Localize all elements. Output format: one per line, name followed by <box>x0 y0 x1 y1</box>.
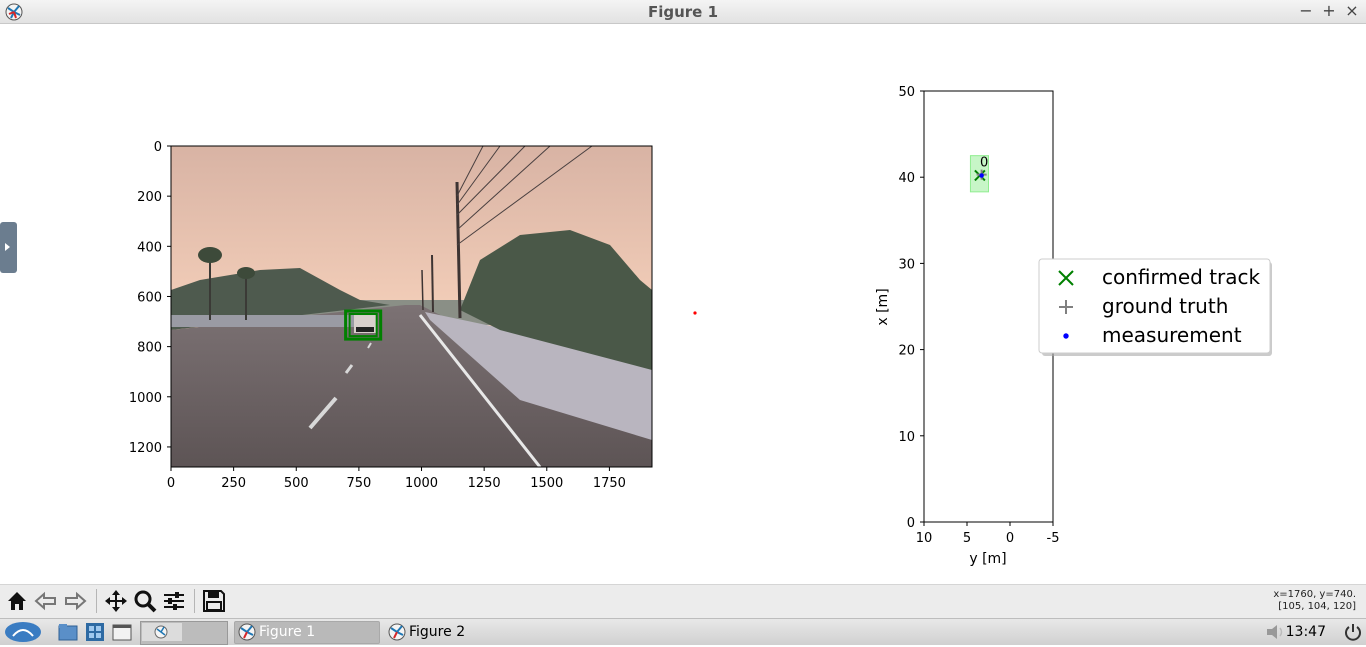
camera-x-tick-label: 250 <box>221 476 246 491</box>
pan-icon[interactable] <box>103 588 129 614</box>
figure-toolbar: x=1760, y=740. [105, 104, 120] <box>0 584 1366 619</box>
camera-x-tick-label: 0 <box>167 476 175 491</box>
measurement-marker <box>979 173 984 178</box>
bev-ylabel: x [m] <box>875 288 891 325</box>
window-list-icon[interactable] <box>111 621 133 643</box>
legend-label: confirmed track <box>1102 265 1261 289</box>
task-label: Figure 2 <box>409 624 466 640</box>
task-label: Figure 1 <box>259 624 316 640</box>
camera-x-tick-label: 1750 <box>593 476 626 491</box>
bev-y-tick-label: 0 <box>907 516 915 531</box>
window-titlebar: Figure 1 − + × <box>0 0 1366 24</box>
zoom-icon[interactable] <box>132 588 158 614</box>
desktop-icon[interactable] <box>84 621 106 643</box>
clock: 13:47 <box>1285 624 1326 640</box>
bev-x-tick-label: 10 <box>916 531 933 546</box>
maximize-button[interactable]: + <box>1319 1 1339 21</box>
red-point-marker <box>693 311 697 315</box>
bev-y-tick-label: 10 <box>898 430 915 445</box>
camera-y-tick-label: 200 <box>137 190 162 205</box>
legend: confirmed track ground truth measurement <box>1038 258 1272 356</box>
legend-label: measurement <box>1102 323 1242 347</box>
camera-x-tick-label: 500 <box>284 476 309 491</box>
workspace-pager[interactable] <box>140 621 228 645</box>
camera-y-tick-label: 0 <box>154 140 162 155</box>
bev-x-tick-label: 5 <box>963 531 971 546</box>
bev-xlabel: y [m] <box>969 551 1006 567</box>
power-icon[interactable] <box>1342 621 1364 643</box>
matplotlib-task-icon <box>238 623 256 641</box>
close-button[interactable]: × <box>1342 1 1362 21</box>
home-icon[interactable] <box>4 588 30 614</box>
bev-x-tick-label: 0 <box>1006 531 1014 546</box>
bev-x-tick-label: -5 <box>1047 531 1060 546</box>
matplotlib-task-icon <box>388 623 406 641</box>
configure-subplots-icon[interactable] <box>161 588 187 614</box>
camera-x-tick-label: 750 <box>346 476 371 491</box>
file-manager-icon[interactable] <box>57 621 79 643</box>
minimize-button[interactable]: − <box>1296 1 1316 21</box>
bev-y-tick-label: 20 <box>898 344 915 359</box>
start-menu-icon[interactable] <box>3 621 43 643</box>
bev-y-tick-label: 30 <box>898 257 915 272</box>
track-id-label: 0 <box>980 156 988 171</box>
back-icon[interactable] <box>33 588 59 614</box>
camera-y-tick-label: 600 <box>137 290 162 305</box>
taskbar: Figure 1 Figure 2 13:47 <box>0 618 1366 645</box>
side-panel-handle[interactable] <box>0 222 17 273</box>
camera-image <box>171 146 652 467</box>
coords-line-1: x=1760, y=740. <box>1273 589 1356 600</box>
camera-y-tick-label: 1200 <box>129 441 162 456</box>
camera-y-tick-label: 400 <box>137 240 162 255</box>
forward-icon[interactable] <box>62 588 88 614</box>
camera-x-tick-label: 1000 <box>405 476 438 491</box>
legend-label: ground truth <box>1102 294 1228 318</box>
camera-x-tick-label: 1500 <box>530 476 563 491</box>
task-figure-1[interactable]: Figure 1 <box>234 621 380 644</box>
volume-icon[interactable] <box>1264 621 1288 643</box>
save-icon[interactable] <box>201 588 227 614</box>
bev-y-tick-label: 40 <box>898 171 915 186</box>
camera-y-tick-label: 1000 <box>129 391 162 406</box>
cursor-coordinates: x=1760, y=740. [105, 104, 120] <box>1273 589 1356 613</box>
window-title: Figure 1 <box>647 3 719 21</box>
figure-canvas[interactable]: 0 250 500 750 1000 1250 1500 175002004006008001… <box>0 24 1366 584</box>
task-figure-2[interactable]: Figure 2 <box>384 621 530 644</box>
camera-y-tick-label: 800 <box>137 341 162 356</box>
legend-marker <box>1063 333 1069 339</box>
coords-line-2: [105, 104, 120] <box>1278 601 1356 612</box>
camera-x-tick-label: 1250 <box>468 476 501 491</box>
bev-y-tick-label: 50 <box>898 85 915 100</box>
